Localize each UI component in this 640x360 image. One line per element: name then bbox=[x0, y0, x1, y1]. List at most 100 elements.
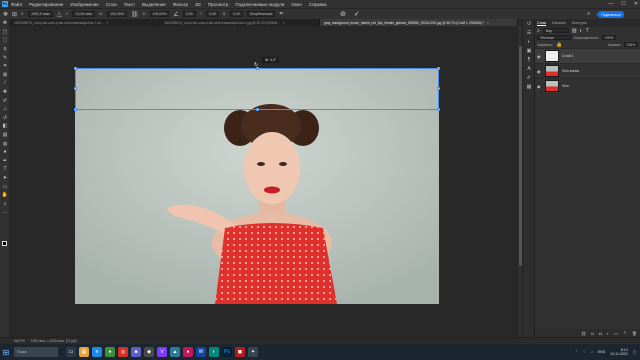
menu-3d[interactable]: 3D bbox=[195, 2, 201, 7]
tab-channels[interactable]: Каналы bbox=[552, 21, 565, 25]
marquee-tool-icon[interactable]: ⬚ bbox=[0, 36, 10, 45]
width-field[interactable]: 100,00% bbox=[107, 11, 127, 17]
close-tab-icon[interactable]: × bbox=[487, 21, 489, 25]
foreground-color-swatch[interactable] bbox=[2, 241, 7, 246]
link-layers-icon[interactable]: ⛓ bbox=[581, 331, 586, 336]
app-icon[interactable]: ✦ bbox=[248, 347, 258, 357]
layer-style-icon[interactable]: fx bbox=[591, 331, 594, 336]
app-icon[interactable]: ● bbox=[105, 347, 115, 357]
type-tool-icon[interactable]: T bbox=[0, 165, 10, 174]
pen-tool-icon[interactable]: ✒ bbox=[0, 157, 10, 166]
lasso-tool-icon[interactable]: ϙ bbox=[0, 45, 10, 54]
quick-select-tool-icon[interactable]: ✎ bbox=[0, 53, 10, 62]
gradient-tool-icon[interactable]: ▤ bbox=[0, 131, 10, 140]
artboard-tool-icon[interactable]: ▢ bbox=[0, 28, 10, 37]
app-icon[interactable]: ● bbox=[183, 347, 193, 357]
stamp-tool-icon[interactable]: ⊥ bbox=[0, 105, 10, 114]
delete-layer-icon[interactable]: 🗑 bbox=[632, 331, 637, 336]
filter-pixel-icon[interactable]: ▨ bbox=[572, 28, 577, 34]
document-tab[interactable]: 1061005076_1-tmp-fon-oves-p-fon-serii-fo… bbox=[160, 19, 320, 26]
lock-icon[interactable]: 🔒 bbox=[556, 42, 562, 48]
new-layer-icon[interactable]: ＋ bbox=[623, 330, 627, 336]
maximize-icon[interactable]: ☐ bbox=[621, 1, 625, 7]
document-canvas[interactable] bbox=[75, 68, 439, 304]
menu-image[interactable]: Изображение bbox=[70, 2, 98, 7]
document-size[interactable]: 1920 пикс. x 1200 пикс. (72 ppi) bbox=[31, 339, 77, 343]
menu-window[interactable]: Окно bbox=[291, 2, 301, 7]
opacity-field[interactable]: 100% bbox=[602, 35, 617, 40]
file-explorer-icon[interactable]: ▤ bbox=[79, 347, 89, 357]
shape-tool-icon[interactable]: ▭ bbox=[0, 182, 10, 191]
document-tab-active[interactable]: gray_background_brown_haired_red_lips_fe… bbox=[320, 19, 518, 26]
commit-transform-icon[interactable]: ✓ bbox=[354, 10, 360, 18]
chrome-browser-icon[interactable]: ◎ bbox=[118, 347, 128, 357]
app-icon[interactable]: W bbox=[196, 347, 206, 357]
menu-filter[interactable]: Фильтр bbox=[173, 2, 188, 7]
frame-tool-icon[interactable]: ⊠ bbox=[0, 71, 10, 80]
layer-row[interactable]: ◉ Фон копия bbox=[535, 63, 640, 78]
reference-point-icon[interactable]: ⊞ bbox=[12, 11, 17, 18]
windows-start-icon[interactable]: ⊞ bbox=[0, 344, 12, 360]
network-icon[interactable]: ⌔ bbox=[583, 350, 586, 355]
move-tool-icon[interactable]: ✥ bbox=[0, 19, 10, 28]
task-view-icon[interactable]: ▭ bbox=[66, 347, 76, 357]
language-indicator[interactable]: ENG bbox=[598, 350, 606, 354]
skew-v-field[interactable]: 0,00 bbox=[230, 11, 243, 17]
move-tool-icon[interactable]: ✥ bbox=[3, 11, 8, 18]
app-icon[interactable]: ◆ bbox=[144, 347, 154, 357]
close-tab-icon[interactable]: × bbox=[106, 21, 108, 25]
dodge-tool-icon[interactable]: ● bbox=[0, 148, 10, 157]
adjustment-layer-icon[interactable]: ◐ bbox=[607, 331, 609, 336]
share-button[interactable]: Поделиться bbox=[598, 11, 624, 18]
tab-layers[interactable]: Слои bbox=[537, 21, 547, 26]
photoshop-taskbar-icon[interactable]: Ps bbox=[222, 347, 232, 357]
interpolation-select[interactable]: Бикубическая bbox=[246, 11, 276, 17]
app-icon[interactable]: ◐ bbox=[209, 347, 219, 357]
hand-tool-icon[interactable]: ✋ bbox=[0, 191, 10, 200]
brush-tool-icon[interactable]: ✐ bbox=[0, 96, 10, 105]
layer-kind-filter[interactable]: Вид bbox=[542, 28, 569, 33]
cancel-transform-icon[interactable]: ⊘ bbox=[340, 10, 346, 18]
menu-layers[interactable]: Слои bbox=[106, 2, 117, 7]
filter-type-icon[interactable]: T bbox=[586, 28, 589, 34]
blur-tool-icon[interactable]: ◍ bbox=[0, 139, 10, 148]
fill-field[interactable]: 100% bbox=[623, 42, 638, 47]
app-icon[interactable]: ▲ bbox=[170, 347, 180, 357]
filter-adjust-icon[interactable]: ◐ bbox=[580, 28, 583, 34]
angle-field[interactable]: 0,00 bbox=[182, 11, 196, 17]
app-icon[interactable]: ◼ bbox=[235, 347, 245, 357]
more-tools-icon[interactable]: … bbox=[0, 208, 10, 217]
warp-icon[interactable]: ⌗ bbox=[279, 11, 282, 18]
app-icon[interactable]: ■ bbox=[131, 347, 141, 357]
search-icon[interactable]: ⌕ bbox=[587, 11, 590, 18]
blend-mode-select[interactable]: Обычные bbox=[537, 35, 571, 40]
layer-row[interactable]: ◉ Слой 1 bbox=[535, 48, 640, 63]
menu-select[interactable]: Выделение bbox=[142, 2, 166, 7]
menu-plugins[interactable]: Подключаемые модули bbox=[235, 2, 284, 7]
zoom-tool-icon[interactable]: ⌕ bbox=[0, 199, 10, 208]
zoom-level[interactable]: 66,67% bbox=[14, 339, 25, 343]
path-select-tool-icon[interactable]: ➤ bbox=[0, 174, 10, 183]
close-tab-icon[interactable]: × bbox=[283, 21, 285, 25]
taskbar-search[interactable]: Поиск bbox=[14, 347, 58, 357]
eyedropper-tool-icon[interactable]: ⁄ bbox=[0, 79, 10, 88]
close-icon[interactable]: ✕ bbox=[634, 1, 638, 7]
new-group-icon[interactable]: ▭ bbox=[614, 331, 618, 336]
clock[interactable]: 8:10 10.11.2022 bbox=[610, 348, 627, 357]
healing-tool-icon[interactable]: ✚ bbox=[0, 88, 10, 97]
y-position-field[interactable]: 13,28 пикс bbox=[72, 11, 96, 17]
history-brush-icon[interactable]: ↺ bbox=[0, 114, 10, 123]
menu-edit[interactable]: Редактирование bbox=[29, 2, 63, 7]
eraser-tool-icon[interactable]: ◧ bbox=[0, 122, 10, 131]
menu-help[interactable]: Справка bbox=[309, 2, 327, 7]
volume-icon[interactable]: ♪ bbox=[591, 350, 593, 354]
notifications-icon[interactable]: ▢ bbox=[633, 350, 636, 354]
link-icon[interactable]: ⛓ bbox=[131, 11, 139, 18]
tab-paths[interactable]: Контуры bbox=[572, 21, 587, 25]
add-mask-icon[interactable]: ◘ bbox=[599, 331, 601, 336]
document-tab[interactable]: 1061005076_1-tmp-fon-oves-p-fon-serii-fo… bbox=[10, 19, 160, 26]
edge-browser-icon[interactable]: e bbox=[92, 347, 102, 357]
menu-file[interactable]: Файл bbox=[11, 2, 22, 7]
visibility-eye-icon[interactable]: ◉ bbox=[537, 69, 542, 74]
visibility-eye-icon[interactable]: ◉ bbox=[537, 84, 542, 89]
